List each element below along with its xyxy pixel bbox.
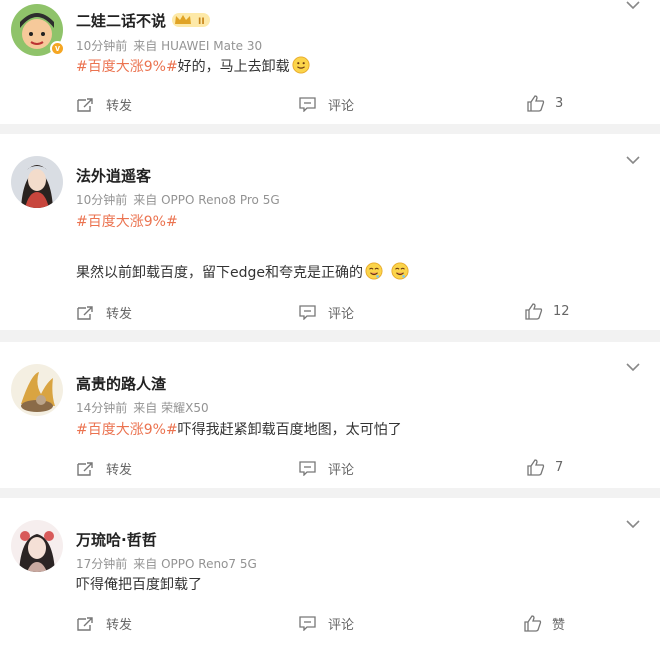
like-count: 7: [555, 460, 564, 475]
smile-emoji-icon: [292, 56, 310, 74]
post-meta: 10分钟前 来自 HUAWEI Mate 30: [76, 37, 268, 54]
verified-badge-icon: v: [50, 41, 65, 56]
like-button[interactable]: 12: [525, 303, 570, 320]
repost-button[interactable]: 转发: [76, 303, 132, 322]
post-source: 来自 荣耀X50: [133, 401, 209, 415]
drool-emoji-icon: [391, 262, 409, 280]
post-time[interactable]: 10分钟前: [76, 193, 127, 207]
post-body: 好的，马上去卸载: [177, 59, 290, 75]
topic-link[interactable]: #百度大涨9%#: [76, 59, 178, 75]
comment-label: 评论: [328, 618, 355, 633]
post-time[interactable]: 10分钟前: [76, 39, 127, 53]
comment-label: 评论: [328, 99, 355, 114]
comment-label: 评论: [328, 463, 355, 478]
comment-button[interactable]: 评论: [299, 614, 354, 633]
author-name[interactable]: 法外逍遥客: [76, 165, 151, 186]
comment-button[interactable]: 评论: [299, 303, 354, 322]
repost-button[interactable]: 转发: [76, 95, 132, 114]
post-meta: 17分钟前 来自 OPPO Reno7 5G: [76, 555, 263, 572]
author-name[interactable]: 高贵的路人渣: [76, 373, 166, 394]
comment-button[interactable]: 评论: [299, 95, 354, 114]
like-button[interactable]: 赞: [524, 614, 565, 633]
repost-label: 转发: [106, 99, 133, 114]
repost-label: 转发: [106, 618, 133, 633]
like-count: 12: [553, 304, 570, 319]
avatar[interactable]: [11, 364, 63, 416]
post-body: 果然以前卸载百度，留下edge和夸克是正确的: [76, 265, 363, 281]
post-card: 万琉哈·哲哲 17分钟前 来自 OPPO Reno7 5G 吓得俺把百度卸载了 转…: [0, 498, 660, 652]
chevron-down-icon[interactable]: [626, 519, 640, 529]
repost-button[interactable]: 转发: [76, 614, 132, 633]
thumbs-up-icon: [527, 459, 545, 476]
post-source: 来自 OPPO Reno8 Pro 5G: [133, 193, 280, 207]
post-card: v 二娃二话不说 II 10分钟前 来自 HUAWEI Mate 30 #百度大涨…: [0, 0, 660, 124]
post-time[interactable]: 14分钟前: [76, 401, 127, 415]
author-name[interactable]: 二娃二话不说: [76, 10, 166, 31]
post-meta: 10分钟前 来自 OPPO Reno8 Pro 5G: [76, 191, 286, 208]
post-text: #百度大涨9%#好的，马上去卸载: [76, 56, 310, 76]
vip-crown-icon: II: [172, 13, 210, 27]
comment-icon: [299, 461, 316, 476]
drool-emoji-icon: [365, 262, 383, 280]
post-card: 法外逍遥客 10分钟前 来自 OPPO Reno8 Pro 5G #百度大涨9%#…: [0, 134, 660, 330]
avatar[interactable]: [11, 520, 63, 572]
thumbs-up-icon: [524, 615, 542, 632]
post-topic-line: #百度大涨9%#: [76, 211, 178, 231]
chevron-down-icon[interactable]: [626, 155, 640, 165]
repost-label: 转发: [106, 463, 133, 478]
post-text: 吓得俺把百度卸载了: [76, 574, 202, 594]
repost-label: 转发: [106, 307, 133, 322]
like-count: 3: [555, 96, 564, 111]
repost-icon: [77, 616, 93, 631]
repost-icon: [77, 97, 93, 112]
comment-icon: [299, 305, 316, 320]
comment-icon: [299, 616, 316, 631]
comment-label: 评论: [328, 307, 355, 322]
thumbs-up-icon: [527, 95, 545, 112]
chevron-down-icon[interactable]: [626, 0, 640, 10]
repost-icon: [77, 305, 93, 320]
like-button[interactable]: 3: [527, 95, 563, 112]
chevron-down-icon[interactable]: [626, 362, 640, 372]
comment-icon: [299, 97, 316, 112]
repost-icon: [77, 461, 93, 476]
post-text: 果然以前卸载百度，留下edge和夸克是正确的: [76, 262, 409, 282]
post-source: 来自 OPPO Reno7 5G: [133, 557, 257, 571]
repost-button[interactable]: 转发: [76, 459, 132, 478]
like-button[interactable]: 7: [527, 459, 563, 476]
post-text: #百度大涨9%#吓得我赶紧卸载百度地图，太可怕了: [76, 419, 402, 439]
topic-link[interactable]: #百度大涨9%#: [76, 422, 178, 438]
post-body: 吓得我赶紧卸载百度地图，太可怕了: [177, 422, 402, 438]
comment-button[interactable]: 评论: [299, 459, 354, 478]
svg-text:II: II: [198, 17, 205, 27]
author-name[interactable]: 万琉哈·哲哲: [76, 529, 157, 550]
topic-link[interactable]: #百度大涨9%#: [76, 214, 178, 230]
post-body: 吓得俺把百度卸载了: [76, 577, 202, 593]
like-label: 赞: [552, 618, 566, 633]
thumbs-up-icon: [525, 303, 543, 320]
avatar[interactable]: [11, 156, 63, 208]
post-card: 高贵的路人渣 14分钟前 来自 荣耀X50 #百度大涨9%#吓得我赶紧卸载百度地图…: [0, 342, 660, 488]
post-time[interactable]: 17分钟前: [76, 557, 127, 571]
post-source: 来自 HUAWEI Mate 30: [133, 39, 263, 53]
post-meta: 14分钟前 来自 荣耀X50: [76, 399, 215, 416]
